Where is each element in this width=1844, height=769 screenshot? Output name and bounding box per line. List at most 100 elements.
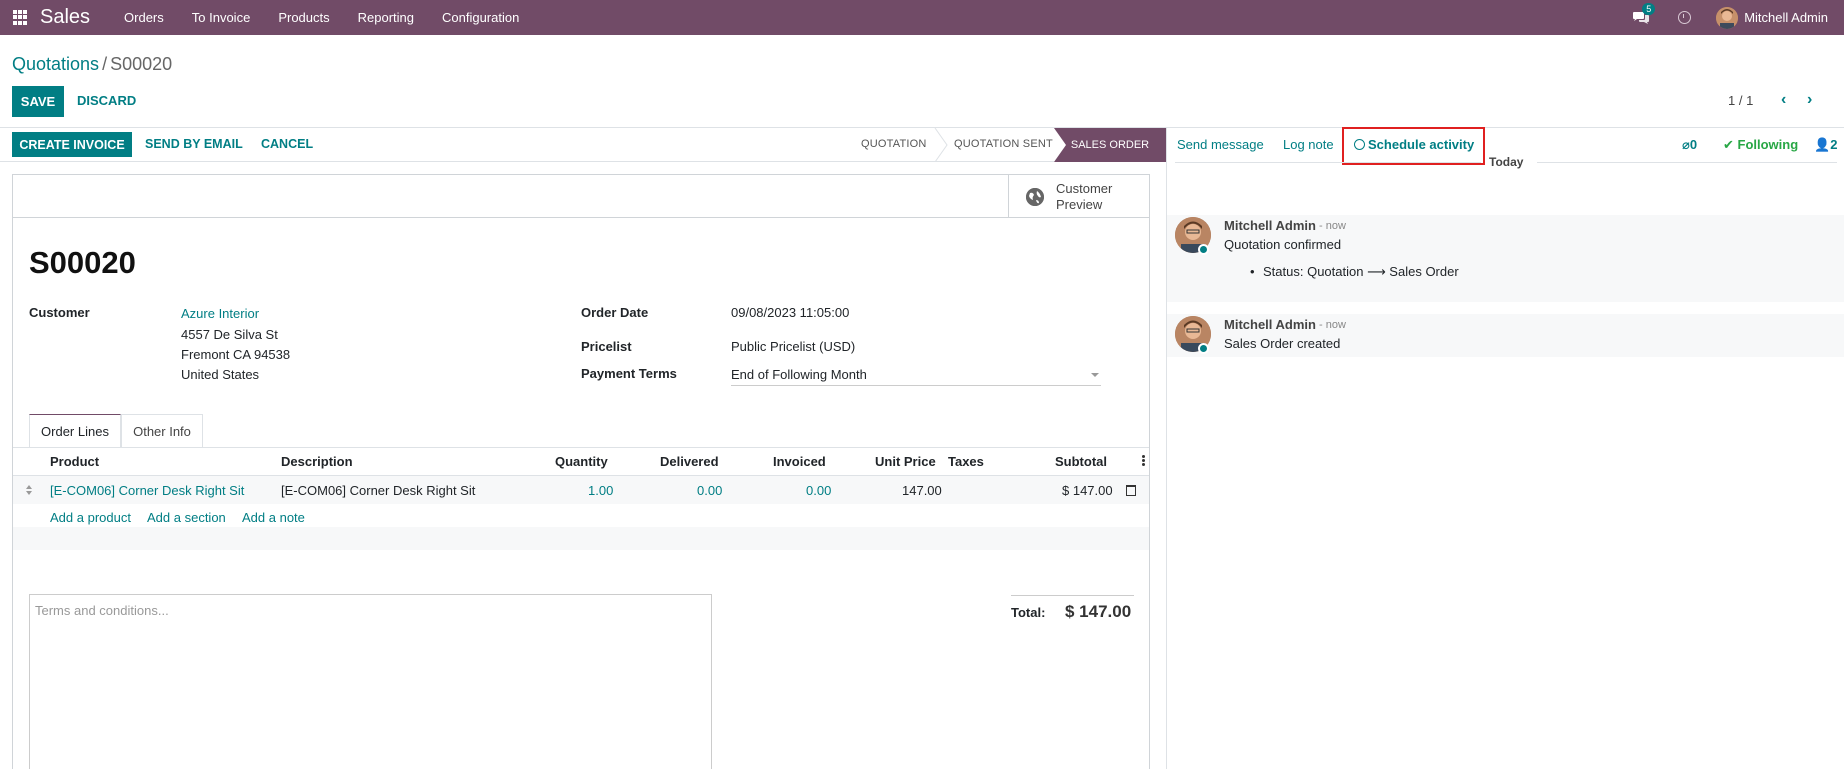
chatter-message: Mitchell Admin - now Quotation confirmed… [1167, 215, 1844, 302]
breadcrumb-separator: / [102, 54, 108, 74]
payment-terms-select[interactable]: End of Following Month [731, 366, 1101, 386]
customer-preview-label: Customer Preview [1056, 180, 1113, 212]
following-label: Following [1737, 137, 1799, 152]
date-divider-left [1175, 162, 1481, 163]
form-sheet: Customer Preview S00020 Customer Azure I… [12, 174, 1150, 769]
line-quantity[interactable]: 1.00 [588, 483, 613, 498]
send-message-button[interactable]: Send message [1177, 137, 1264, 152]
date-separator-today: Today [1489, 155, 1524, 169]
message-time: - now [1319, 319, 1346, 331]
pager-next-button[interactable]: › [1807, 91, 1812, 109]
terms-placeholder: Terms and conditions... [35, 603, 169, 618]
bullet-icon: • [1250, 264, 1255, 279]
apps-menu-icon[interactable] [13, 10, 28, 25]
globe-icon [1026, 187, 1044, 206]
line-unit-price[interactable]: 147.00 [902, 483, 942, 498]
customer-address-country: United States [181, 367, 260, 382]
column-subtotal[interactable]: Subtotal [1055, 454, 1107, 469]
tab-other-info[interactable]: Other Info [121, 414, 203, 448]
line-invoiced[interactable]: 0.00 [806, 483, 831, 498]
pager-value[interactable]: 1 / 1 [1728, 93, 1753, 108]
line-delivered[interactable]: 0.00 [697, 483, 722, 498]
stage-quotation[interactable]: QUOTATION [861, 138, 927, 150]
column-quantity[interactable]: Quantity [555, 454, 608, 469]
send-by-email-button[interactable]: SEND BY EMAIL [145, 137, 243, 151]
pager-previous-button[interactable]: ‹ [1781, 91, 1786, 109]
breadcrumb: Quotations / S00020 [12, 54, 172, 75]
user-name[interactable]: Mitchell Admin [1744, 10, 1828, 25]
order-date-value: 09/08/2023 11:05:00 [731, 305, 850, 320]
customer-preview-button[interactable]: Customer Preview [1008, 175, 1149, 218]
check-icon: ✔ [1723, 137, 1738, 152]
date-divider-right [1537, 162, 1837, 163]
tab-order-lines[interactable]: Order Lines [29, 414, 121, 448]
column-delivered[interactable]: Delivered [660, 454, 719, 469]
tracking-text: Status: Quotation ⟶ Sales Order [1263, 264, 1459, 279]
add-product-link[interactable]: Add a product [50, 510, 131, 525]
chatter-panel: Send message Log note Schedule activity … [1166, 127, 1844, 769]
total-label: Total: [1011, 605, 1046, 620]
line-description[interactable]: [E-COM06] Corner Desk Right Sit [281, 483, 475, 498]
customer-address-street: 4557 De Silva St [181, 327, 278, 342]
menu-to-invoice[interactable]: To Invoice [178, 10, 265, 25]
total-amount: $ 147.00 [1065, 602, 1132, 621]
discuss-chat-icon[interactable]: 5 [1632, 2, 1656, 25]
column-description[interactable]: Description [281, 454, 353, 469]
terms-and-conditions-field[interactable]: Terms and conditions... [29, 594, 712, 769]
log-note-button[interactable]: Log note [1283, 137, 1334, 152]
menu-reporting[interactable]: Reporting [344, 10, 428, 25]
stage-separator-icon [934, 128, 948, 162]
chat-count-badge: 5 [1642, 2, 1656, 15]
payment-terms-value: End of Following Month [731, 367, 867, 382]
highlight-box [1342, 127, 1485, 165]
online-status-icon [1198, 343, 1209, 354]
app-name[interactable]: Sales [40, 6, 90, 29]
discard-button[interactable]: DISCARD [77, 93, 136, 108]
order-name-title: S00020 [29, 245, 136, 280]
payment-terms-label: Payment Terms [581, 366, 677, 381]
breadcrumb-quotations-link[interactable]: Quotations [12, 54, 99, 74]
menu-products[interactable]: Products [264, 10, 343, 25]
message-author[interactable]: Mitchell Admin [1224, 218, 1316, 233]
menu-configuration[interactable]: Configuration [428, 10, 533, 25]
stage-quotation-sent[interactable]: QUOTATION SENT [954, 138, 1053, 150]
user-icon: 👤 [1814, 137, 1831, 152]
column-invoiced[interactable]: Invoiced [773, 454, 826, 469]
line-subtotal: $ 147.00 [1062, 483, 1113, 498]
attachments-button[interactable]: ⌀0 [1682, 137, 1697, 153]
customer-label: Customer [29, 305, 90, 320]
pricelist-label: Pricelist [581, 339, 632, 354]
column-taxes[interactable]: Taxes [948, 454, 984, 469]
chevron-down-icon [1091, 373, 1099, 377]
empty-table-row [13, 527, 1149, 550]
stage-sales-order[interactable]: SALES ORDER [1054, 128, 1166, 162]
add-note-link[interactable]: Add a note [242, 510, 305, 525]
chatter-message: Mitchell Admin - now Sales Order created [1167, 314, 1844, 357]
customer-link[interactable]: Azure Interior [181, 306, 259, 321]
cancel-order-button[interactable]: CANCEL [261, 137, 313, 151]
trash-icon[interactable] [1126, 485, 1136, 496]
save-button[interactable]: SAVE [12, 86, 64, 117]
activity-clock-icon[interactable] [1678, 11, 1692, 24]
column-unit-price[interactable]: Unit Price [875, 454, 936, 469]
line-product[interactable]: [E-COM06] Corner Desk Right Sit [50, 483, 244, 498]
total-divider [1011, 595, 1134, 596]
message-author[interactable]: Mitchell Admin [1224, 317, 1316, 332]
followers-button[interactable]: 👤2 [1814, 137, 1837, 153]
optional-columns-icon[interactable] [1142, 455, 1145, 467]
menu-orders[interactable]: Orders [110, 10, 178, 25]
column-product[interactable]: Product [50, 454, 99, 469]
message-tracking-value: • Status: Quotation ⟶ Sales Order [1250, 264, 1459, 280]
tab-divider [13, 447, 1149, 448]
online-status-icon [1198, 244, 1209, 255]
add-section-link[interactable]: Add a section [147, 510, 226, 525]
form-statusbar: CREATE INVOICE SEND BY EMAIL CANCEL QUOT… [0, 128, 1166, 162]
breadcrumb-current: S00020 [110, 54, 173, 74]
create-invoice-button[interactable]: CREATE INVOICE [12, 132, 132, 157]
followers-count: 2 [1830, 137, 1838, 152]
order-date-label: Order Date [581, 305, 649, 320]
user-avatar[interactable] [1716, 6, 1739, 29]
paperclip-icon: ⌀ [1682, 137, 1690, 152]
drag-handle-icon[interactable] [26, 485, 32, 495]
following-button[interactable]: ✔ Following [1723, 137, 1798, 153]
